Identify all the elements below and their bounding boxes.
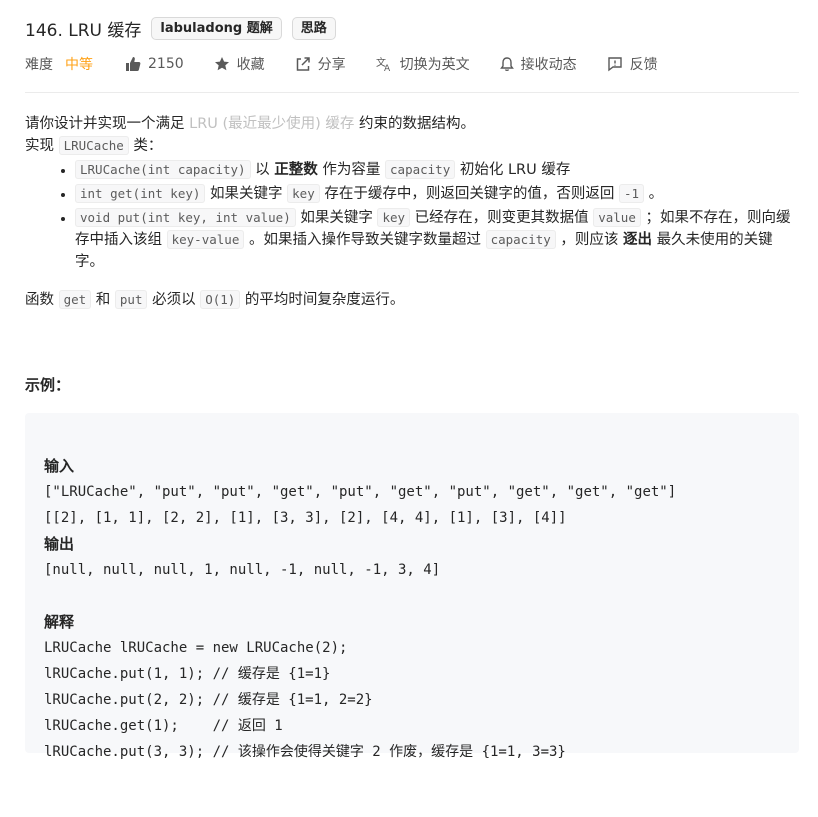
inline-code: LRUCache(int capacity)	[75, 160, 251, 179]
text: 的平均时间复杂度运行。	[240, 292, 405, 308]
thumbs-up-icon	[126, 57, 141, 71]
intro-paragraph: 请你设计并实现一个满足 LRU (最近最少使用) 缓存 约束的数据结构。	[25, 113, 799, 135]
inline-code: put	[114, 290, 148, 309]
input-line-1: ["LRUCache", "put", "put", "get", "put",…	[44, 484, 677, 500]
output-line: [null, null, null, 1, null, -1, null, -1…	[44, 562, 441, 578]
bold-text: 逐出	[623, 232, 652, 248]
bold-text: 正整数	[274, 162, 318, 178]
list-item: LRUCache(int capacity) 以 正整数 作为容量 capaci…	[75, 159, 799, 181]
share-button[interactable]: 分享	[295, 54, 346, 74]
tag-solution[interactable]: labuladong 题解	[151, 16, 282, 40]
inline-code: int get(int key)	[75, 184, 206, 203]
inline-code: O(1)	[200, 290, 241, 309]
text: 如果关键字	[205, 186, 288, 202]
bell-icon	[499, 57, 514, 72]
text: 初始化 LRU 缓存	[455, 162, 571, 178]
translate-icon: 文A	[376, 56, 391, 72]
inline-code: -1	[618, 184, 644, 203]
problem-title: 146. LRU 缓存	[25, 20, 142, 41]
text: 。	[644, 186, 664, 202]
lru-link[interactable]: LRU (最近最少使用) 缓存	[189, 116, 354, 132]
example-code-block: 输入 ["LRUCache", "put", "put", "get", "put…	[25, 413, 799, 760]
feedback-button[interactable]: 反馈	[607, 54, 658, 74]
code-line: lRUCache.put(3, 3); // 该操作会使得关键字 2 作废，缓存…	[44, 744, 566, 760]
text: ，则应该	[555, 232, 623, 248]
list-item: void put(int key, int value) 如果关键字 key 已…	[75, 207, 799, 273]
impl-text: 实现	[25, 138, 59, 154]
translate-button[interactable]: 文A 切换为英文	[376, 54, 470, 74]
inline-code: void put(int key, int value)	[75, 208, 296, 227]
favorite-button[interactable]: 收藏	[214, 54, 265, 74]
explain-label: 解释	[44, 613, 75, 631]
feedback-label: 反馈	[629, 57, 658, 73]
text: 已经存在，则变更其数据值	[410, 210, 594, 226]
inline-code: capacity	[485, 230, 556, 249]
star-icon	[214, 57, 229, 71]
text: 和	[91, 292, 115, 308]
inline-code: key	[287, 184, 320, 203]
inline-code: key	[377, 208, 411, 227]
divider	[25, 92, 799, 93]
feedback-icon	[607, 57, 622, 72]
text: 作为容量	[317, 162, 386, 178]
complexity-paragraph: 函数 get 和 put 必须以 O(1) 的平均时间复杂度运行。	[25, 289, 799, 311]
subscribe-button[interactable]: 接收动态	[499, 54, 577, 74]
intro-text-end: 约束的数据结构。	[354, 116, 476, 132]
method-list: LRUCache(int capacity) 以 正整数 作为容量 capaci…	[25, 159, 799, 273]
meta-row: 难度 中等 2150 收藏 分享 文A 切换为英文 接收动态 反馈	[25, 53, 688, 75]
difficulty-badge: 中等	[65, 57, 93, 73]
problem-description: 请你设计并实现一个满足 LRU (最近最少使用) 缓存 约束的数据结构。 实现 …	[25, 113, 799, 311]
svg-text:A: A	[384, 64, 391, 72]
title-row: 146. LRU 缓存 labuladong 题解 思路	[25, 15, 336, 41]
intro-text: 请你设计并实现一个满足	[25, 116, 190, 132]
example-heading: 示例：	[25, 376, 71, 394]
impl-paragraph: 实现 LRUCache 类：	[25, 135, 799, 157]
favorite-label: 收藏	[236, 57, 265, 73]
text: 以	[250, 162, 275, 178]
inline-code: capacity	[385, 160, 456, 179]
share-label: 分享	[317, 57, 346, 73]
text: 如果关键字	[295, 210, 378, 226]
input-label: 输入	[44, 457, 75, 475]
text: 函数	[25, 292, 59, 308]
inline-code: value	[593, 208, 641, 227]
output-label: 输出	[44, 535, 75, 553]
inline-code: get	[58, 290, 92, 309]
text: 存在于缓存中，则返回关键字的值，否则返回	[319, 186, 619, 202]
share-icon	[296, 57, 310, 71]
difficulty-label: 难度	[25, 57, 53, 73]
inline-code: LRUCache	[58, 136, 129, 155]
code-line: lRUCache.put(1, 1); // 缓存是 {1=1}	[44, 666, 331, 682]
code-line: LRUCache lRUCache = new LRUCache(2);	[44, 640, 348, 656]
impl-text-end: 类：	[128, 138, 163, 154]
code-line: lRUCache.get(1); // 返回 1	[44, 718, 283, 734]
like-count: 2150	[148, 56, 184, 72]
subscribe-label: 接收动态	[520, 57, 577, 73]
text: 必须以	[147, 292, 201, 308]
translate-label: 切换为英文	[399, 57, 470, 73]
list-item: int get(int key) 如果关键字 key 存在于缓存中，则返回关键字…	[75, 183, 799, 205]
code-line: lRUCache.put(2, 2); // 缓存是 {1=1, 2=2}	[44, 692, 373, 708]
inline-code: key-value	[166, 230, 245, 249]
text: 。如果插入操作导致关键字数量超过	[244, 232, 486, 248]
like-button[interactable]: 2150	[125, 56, 184, 72]
tag-hint[interactable]: 思路	[291, 16, 336, 40]
input-line-2: [[2], [1, 1], [2, 2], [1], [3, 3], [2], …	[44, 510, 567, 526]
